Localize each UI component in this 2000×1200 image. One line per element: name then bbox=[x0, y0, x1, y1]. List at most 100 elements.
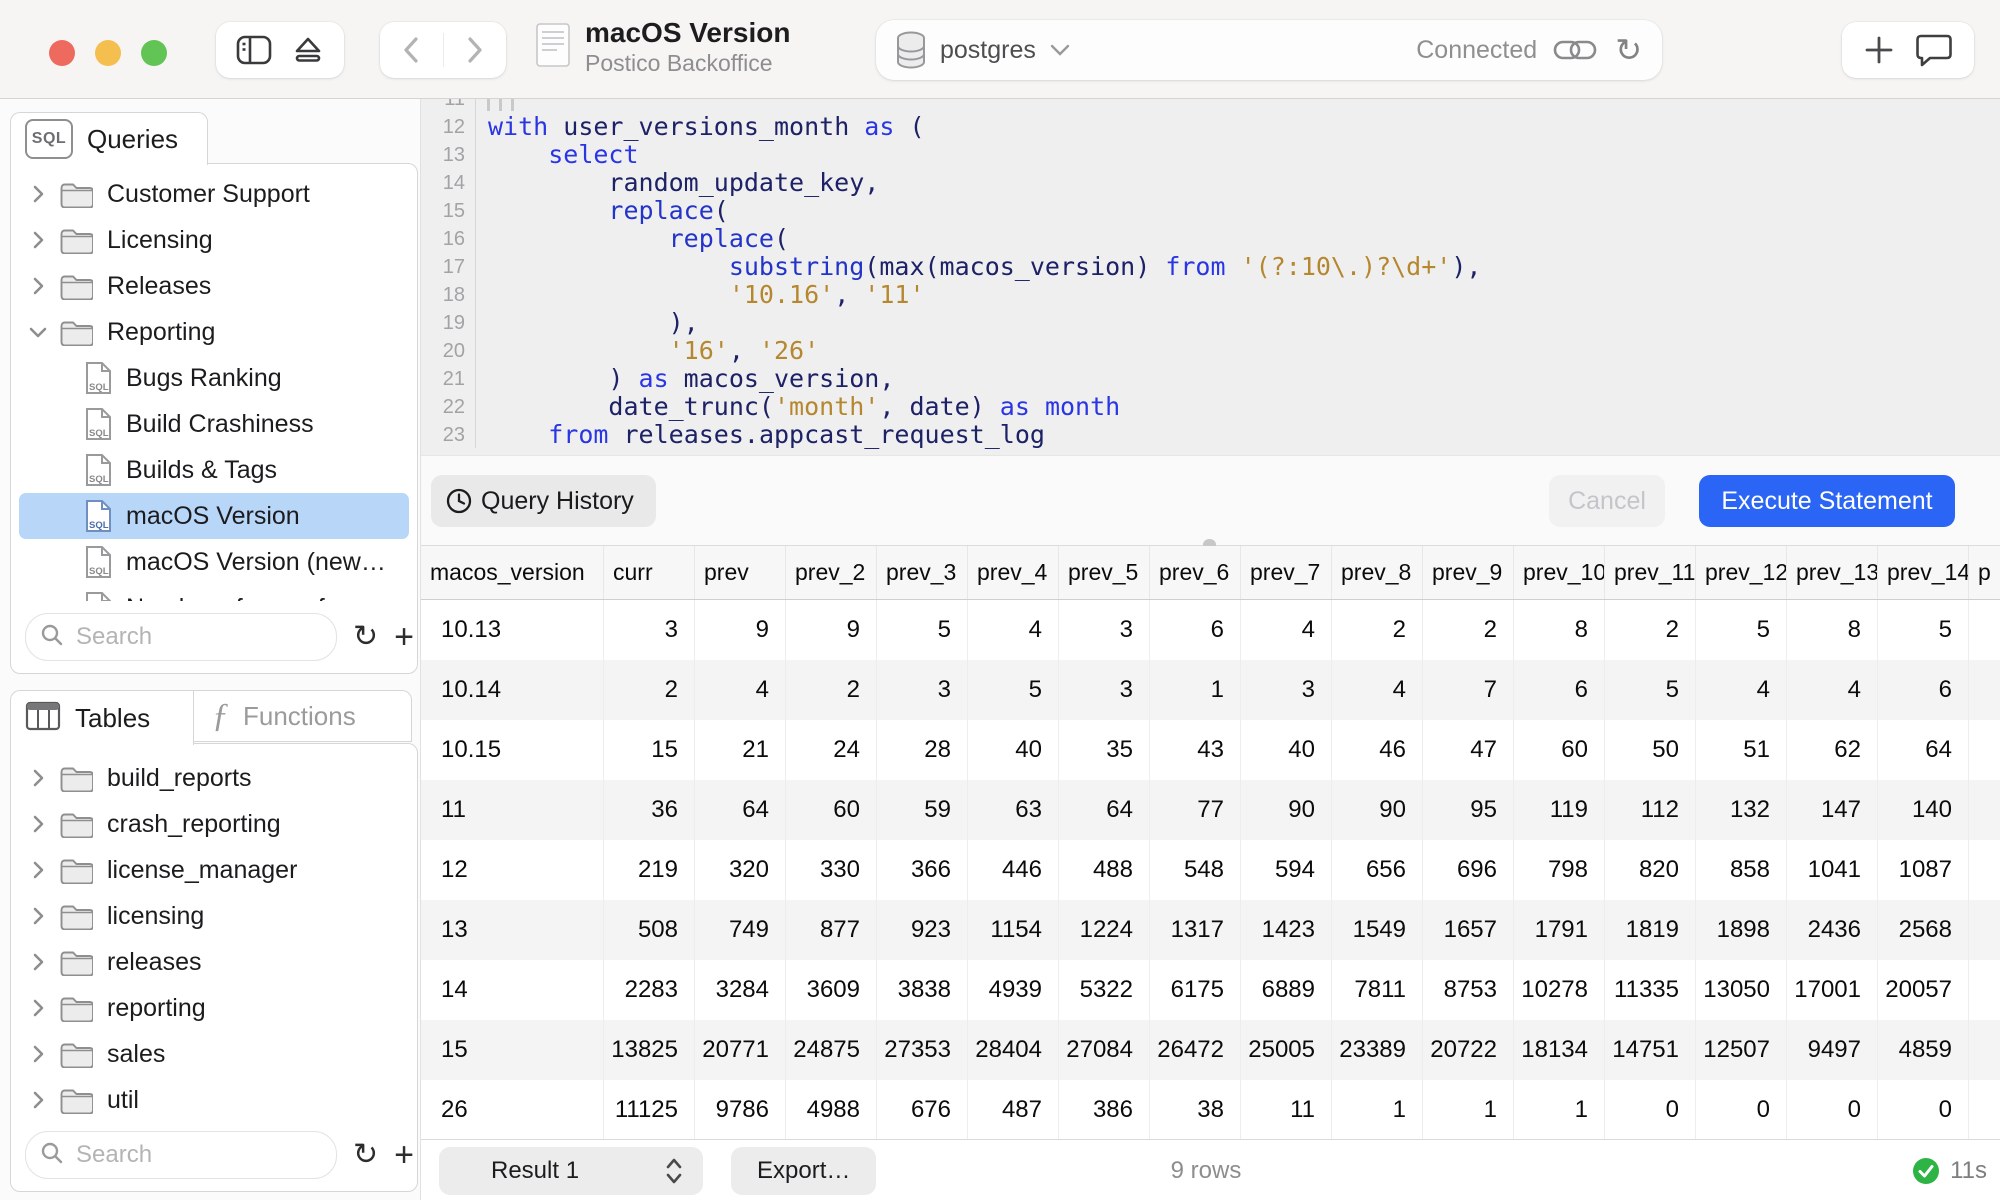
cell-prev_8[interactable]: 656 bbox=[1332, 840, 1423, 900]
cell-prev[interactable]: 64 bbox=[695, 780, 786, 840]
chevron-right-icon[interactable] bbox=[23, 860, 53, 880]
cell-prev_7[interactable]: 11 bbox=[1241, 1080, 1332, 1140]
table-row-10.15[interactable]: 10.15152124284035434046476050516264 bbox=[421, 720, 2000, 780]
cell-prev_11[interactable]: 50 bbox=[1605, 720, 1696, 780]
cell-prev_13[interactable]: 17001 bbox=[1787, 960, 1878, 1020]
cell-prev_2[interactable]: 4988 bbox=[786, 1080, 877, 1140]
tab-queries[interactable]: SQL Queries bbox=[10, 112, 208, 165]
cell-prev_13[interactable]: 8 bbox=[1787, 600, 1878, 660]
code-line[interactable]: 20 '16', '26' bbox=[421, 336, 2000, 364]
chevron-right-icon[interactable] bbox=[23, 768, 53, 788]
cell-prev_6[interactable]: 26472 bbox=[1150, 1020, 1241, 1080]
cell-prev_11[interactable]: 0 bbox=[1605, 1080, 1696, 1140]
results-table[interactable]: macos_versioncurrprevprev_2prev_3prev_4p… bbox=[421, 546, 2000, 1200]
back-icon[interactable] bbox=[402, 35, 420, 65]
cell-prev_14[interactable]: 5 bbox=[1878, 600, 1969, 660]
column-header-prev_3[interactable]: prev_3 bbox=[877, 546, 968, 599]
code-line[interactable]: 17 substring(max(macos_version) from '(?… bbox=[421, 252, 2000, 280]
schema-folder-item[interactable]: releases bbox=[11, 939, 417, 985]
zoom-window-button[interactable] bbox=[141, 40, 167, 66]
table-row-11[interactable]: 1136646059636477909095119112132147140 bbox=[421, 780, 2000, 840]
cell-prev_9[interactable]: 20722 bbox=[1423, 1020, 1514, 1080]
cell-prev[interactable]: 3284 bbox=[695, 960, 786, 1020]
feedback-bubble-icon[interactable] bbox=[1916, 33, 1952, 67]
cell-prev_3[interactable]: 923 bbox=[877, 900, 968, 960]
export-button[interactable]: Export… bbox=[731, 1147, 876, 1195]
code-line[interactable]: 16 replace( bbox=[421, 224, 2000, 252]
cell-prev[interactable]: 320 bbox=[695, 840, 786, 900]
chevron-right-icon[interactable] bbox=[23, 998, 53, 1018]
cell-prev_8[interactable]: 1549 bbox=[1332, 900, 1423, 960]
cell-curr[interactable]: 219 bbox=[604, 840, 695, 900]
refresh-tables-icon[interactable]: ↻ bbox=[353, 1140, 378, 1170]
cell-macos-version[interactable]: 14 bbox=[421, 960, 604, 1020]
code-line[interactable]: 21 ) as macos_version, bbox=[421, 364, 2000, 392]
tables-search-input[interactable] bbox=[74, 1140, 278, 1170]
column-header-prev_11[interactable]: prev_11 bbox=[1605, 546, 1696, 599]
schema-folder-item[interactable]: util bbox=[11, 1077, 417, 1123]
cell-curr[interactable]: 2 bbox=[604, 660, 695, 720]
cell-prev_12[interactable]: 12507 bbox=[1696, 1020, 1787, 1080]
cell-prev_2[interactable]: 330 bbox=[786, 840, 877, 900]
cell-prev_12[interactable]: 13050 bbox=[1696, 960, 1787, 1020]
cell-curr[interactable]: 15 bbox=[604, 720, 695, 780]
code-line[interactable]: 22 date_trunc('month', date) as month bbox=[421, 392, 2000, 420]
cell-prev_7[interactable]: 3 bbox=[1241, 660, 1332, 720]
cell-prev_9[interactable]: 7 bbox=[1423, 660, 1514, 720]
cell-prev_12[interactable]: 1898 bbox=[1696, 900, 1787, 960]
add-table-icon[interactable]: + bbox=[394, 1140, 414, 1170]
column-header-prev_5[interactable]: prev_5 bbox=[1059, 546, 1150, 599]
cell-prev_4[interactable]: 63 bbox=[968, 780, 1059, 840]
cell-prev_4[interactable]: 5 bbox=[968, 660, 1059, 720]
cell-prev_3[interactable]: 676 bbox=[877, 1080, 968, 1140]
chevron-down-icon[interactable] bbox=[23, 326, 53, 339]
code-line[interactable]: 18 '10.16', '11' bbox=[421, 280, 2000, 308]
chevron-right-icon[interactable] bbox=[23, 230, 53, 250]
cell-prev_13[interactable]: 0 bbox=[1787, 1080, 1878, 1140]
database-name[interactable]: postgres bbox=[940, 36, 1036, 65]
code-line[interactable]: 23 from releases.appcast_request_log bbox=[421, 420, 2000, 448]
result-selector[interactable]: Result 1 bbox=[439, 1147, 703, 1195]
query-file-item[interactable]: SQLBuild Crashiness bbox=[11, 401, 417, 447]
column-header-prev_2[interactable]: prev_2 bbox=[786, 546, 877, 599]
query-folder-item[interactable]: Reporting bbox=[11, 309, 417, 355]
cell-prev[interactable]: 4 bbox=[695, 660, 786, 720]
cell-prev_5[interactable]: 3 bbox=[1059, 660, 1150, 720]
cell-prev_14[interactable]: 140 bbox=[1878, 780, 1969, 840]
cell-prev_5[interactable]: 1224 bbox=[1059, 900, 1150, 960]
cell-prev_5[interactable]: 27084 bbox=[1059, 1020, 1150, 1080]
cell-prev[interactable]: 9786 bbox=[695, 1080, 786, 1140]
query-history-button[interactable]: Query History bbox=[431, 475, 656, 527]
cell-macos-version[interactable]: 12 bbox=[421, 840, 604, 900]
cell-prev_4[interactable]: 4 bbox=[968, 600, 1059, 660]
cell-prev_10[interactable]: 6 bbox=[1514, 660, 1605, 720]
column-header-prev_13[interactable]: prev_13 bbox=[1787, 546, 1878, 599]
cell-prev_14[interactable]: 0 bbox=[1878, 1080, 1969, 1140]
cell-prev_10[interactable]: 60 bbox=[1514, 720, 1605, 780]
cell-prev_6[interactable]: 548 bbox=[1150, 840, 1241, 900]
cell-prev[interactable]: 749 bbox=[695, 900, 786, 960]
cell-prev_11[interactable]: 820 bbox=[1605, 840, 1696, 900]
cell-prev_11[interactable]: 1819 bbox=[1605, 900, 1696, 960]
cell-prev_3[interactable]: 366 bbox=[877, 840, 968, 900]
cell-prev_4[interactable]: 4939 bbox=[968, 960, 1059, 1020]
column-header-prev_10[interactable]: prev_10 bbox=[1514, 546, 1605, 599]
cell-prev_13[interactable]: 1041 bbox=[1787, 840, 1878, 900]
eject-icon[interactable] bbox=[292, 35, 324, 65]
cell-prev_3[interactable]: 5 bbox=[877, 600, 968, 660]
cell-macos-version[interactable]: 10.15 bbox=[421, 720, 604, 780]
cell-prev_2[interactable]: 3609 bbox=[786, 960, 877, 1020]
cell-curr[interactable]: 13825 bbox=[604, 1020, 695, 1080]
cell-prev_14[interactable]: 1087 bbox=[1878, 840, 1969, 900]
cell-prev_10[interactable]: 8 bbox=[1514, 600, 1605, 660]
table-row-15[interactable]: 1513825207712487527353284042708426472250… bbox=[421, 1020, 2000, 1080]
cell-prev_10[interactable]: 119 bbox=[1514, 780, 1605, 840]
cell-prev_7[interactable]: 594 bbox=[1241, 840, 1332, 900]
chevron-right-icon[interactable] bbox=[23, 276, 53, 296]
cell-curr[interactable]: 2283 bbox=[604, 960, 695, 1020]
cell-prev_7[interactable]: 1423 bbox=[1241, 900, 1332, 960]
cell-prev_9[interactable]: 1 bbox=[1423, 1080, 1514, 1140]
cell-curr[interactable]: 11125 bbox=[604, 1080, 695, 1140]
cell-macos-version[interactable]: 11 bbox=[421, 780, 604, 840]
cell-prev_8[interactable]: 2 bbox=[1332, 600, 1423, 660]
